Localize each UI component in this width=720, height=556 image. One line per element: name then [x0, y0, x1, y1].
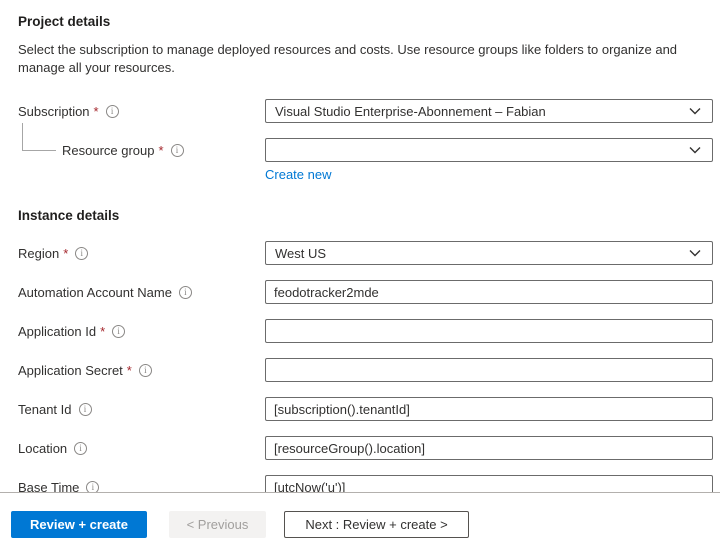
automation-account-name-row: Automation Account Name * i [18, 280, 713, 304]
info-icon[interactable]: i [74, 442, 87, 455]
application-id-row: Application Id * i [18, 319, 713, 343]
resource-group-row: Resource group * i [18, 138, 713, 162]
chevron-down-icon [688, 106, 702, 116]
tenant-id-row: Tenant Id * i [18, 397, 713, 421]
location-input[interactable] [265, 436, 713, 460]
region-select-value: West US [275, 246, 688, 261]
required-asterisk: * [94, 104, 99, 119]
chevron-down-icon [688, 145, 702, 155]
application-secret-label: Application Secret [18, 363, 123, 378]
automation-account-name-label: Automation Account Name [18, 285, 172, 300]
required-asterisk: * [100, 324, 105, 339]
region-row: Region * i West US [18, 241, 713, 265]
resource-group-select[interactable] [265, 138, 713, 162]
resource-group-label: Resource group [62, 143, 155, 158]
region-label-group: Region * i [18, 246, 265, 261]
subscription-select[interactable]: Visual Studio Enterprise-Abonnement – Fa… [265, 99, 713, 123]
application-id-label-group: Application Id * i [18, 324, 265, 339]
required-asterisk: * [63, 246, 68, 261]
required-asterisk: * [159, 143, 164, 158]
application-secret-label-group: Application Secret * i [18, 363, 265, 378]
footer-button-bar: Review + create < Previous Next : Review… [0, 493, 720, 556]
subscription-row: Subscription * i Visual Studio Enterpris… [18, 99, 713, 123]
info-icon[interactable]: i [106, 105, 119, 118]
review-create-button[interactable]: Review + create [11, 511, 147, 538]
previous-button[interactable]: < Previous [169, 511, 266, 538]
tenant-id-input[interactable] [265, 397, 713, 421]
info-icon[interactable]: i [171, 144, 184, 157]
instance-details-section: Region * i West US Automation Account [18, 241, 713, 499]
location-row: Location * i [18, 436, 713, 460]
subscription-label-group: Subscription * i [18, 104, 265, 119]
project-details-description: Select the subscription to manage deploy… [18, 41, 694, 77]
automation-account-name-input[interactable] [265, 280, 713, 304]
info-icon[interactable]: i [79, 403, 92, 416]
tenant-id-label: Tenant Id [18, 402, 72, 417]
info-icon[interactable]: i [112, 325, 125, 338]
info-icon[interactable]: i [179, 286, 192, 299]
info-icon[interactable]: i [75, 247, 88, 260]
next-review-create-button[interactable]: Next : Review + create > [284, 511, 469, 538]
project-details-heading: Project details [18, 14, 713, 29]
automation-account-name-label-group: Automation Account Name * i [18, 285, 265, 300]
region-label: Region [18, 246, 59, 261]
application-id-input[interactable] [265, 319, 713, 343]
subscription-select-value: Visual Studio Enterprise-Abonnement – Fa… [275, 104, 688, 119]
tenant-id-label-group: Tenant Id * i [18, 402, 265, 417]
project-details-section: Subscription * i Visual Studio Enterpris… [18, 99, 713, 184]
required-asterisk: * [127, 363, 132, 378]
location-label-group: Location * i [18, 441, 265, 456]
location-label: Location [18, 441, 67, 456]
application-secret-input[interactable] [265, 358, 713, 382]
chevron-down-icon [688, 248, 702, 258]
deployment-form-page: Project details Select the subscription … [0, 0, 720, 556]
instance-details-heading: Instance details [18, 208, 713, 223]
resource-group-label-group: Resource group * i [18, 143, 265, 158]
info-icon[interactable]: i [139, 364, 152, 377]
create-new-link[interactable]: Create new [265, 167, 331, 182]
application-secret-row: Application Secret * i [18, 358, 713, 382]
subscription-label: Subscription [18, 104, 90, 119]
region-select[interactable]: West US [265, 241, 713, 265]
application-id-label: Application Id [18, 324, 96, 339]
